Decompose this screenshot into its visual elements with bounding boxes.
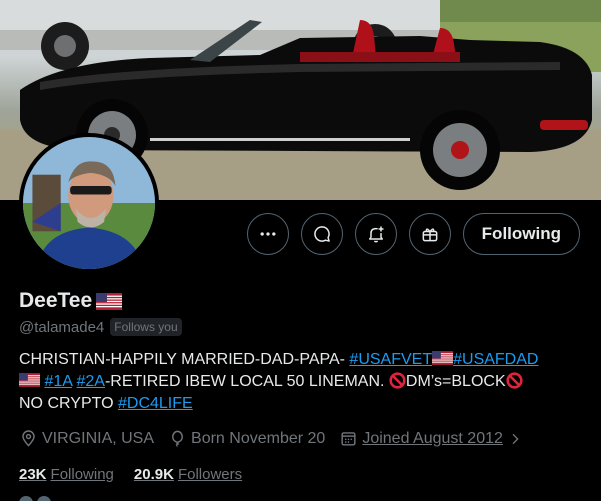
follows-you-badge: Follows you bbox=[110, 318, 182, 336]
hashtag-link[interactable]: #1A bbox=[44, 373, 72, 390]
location-pin-icon bbox=[22, 430, 35, 447]
bell-plus-icon bbox=[368, 226, 384, 243]
bio-text: -RETIRED IBEW LOCAL 50 LINEMAN. bbox=[104, 373, 389, 390]
following-stat[interactable]: 23K Following bbox=[19, 466, 114, 483]
birthday-text: Born November 20 bbox=[191, 429, 326, 447]
us-flag-icon bbox=[432, 351, 454, 365]
birthday-item: Born November 20 bbox=[168, 429, 325, 448]
subscribe-button[interactable] bbox=[408, 213, 451, 255]
profile-name-row: DeeTee bbox=[19, 289, 123, 313]
followed-by-avatars bbox=[19, 496, 51, 501]
prohibited-icon bbox=[389, 372, 406, 389]
hashtag-link[interactable]: #USAFDAD bbox=[453, 351, 538, 368]
balloon-icon bbox=[172, 430, 183, 447]
following-button[interactable]: Following bbox=[462, 213, 580, 255]
location-text: VIRGINIA, USA bbox=[42, 429, 155, 447]
followers-count: 20.9K bbox=[133, 466, 174, 483]
follow-stats: 23K Following 20.9K Followers bbox=[19, 466, 242, 483]
us-flag-icon bbox=[96, 292, 123, 310]
handle-row: @talamade4 Follows you bbox=[19, 318, 182, 336]
gift-icon bbox=[422, 228, 438, 242]
followers-label: Followers bbox=[177, 466, 243, 483]
profile-handle: @talamade4 bbox=[19, 318, 105, 336]
message-button[interactable] bbox=[300, 213, 343, 255]
avatar[interactable] bbox=[19, 133, 159, 273]
followers-stat[interactable]: 20.9K Followers bbox=[134, 466, 242, 483]
more-button[interactable] bbox=[246, 213, 289, 255]
calendar-icon bbox=[341, 432, 356, 446]
location-item: VIRGINIA, USA bbox=[19, 429, 154, 448]
hashtag-link[interactable]: #USAFVET bbox=[349, 351, 432, 368]
profile-meta: VIRGINIA, USA Born November 20 Joined Au… bbox=[19, 429, 523, 448]
mini-avatar bbox=[19, 496, 33, 501]
message-icon bbox=[313, 226, 330, 242]
joined-text[interactable]: Joined August 2012 bbox=[362, 430, 503, 448]
avatar-image bbox=[23, 137, 155, 269]
notify-button[interactable] bbox=[354, 213, 397, 255]
us-flag-icon bbox=[19, 373, 40, 387]
prohibited-icon bbox=[506, 372, 523, 389]
joined-item[interactable]: Joined August 2012 bbox=[339, 429, 523, 448]
more-icon bbox=[260, 232, 276, 236]
bio-text: DM’s=BLOCK bbox=[405, 373, 506, 390]
display-name: DeeTee bbox=[19, 289, 93, 312]
hashtag-link[interactable]: #DC4LIFE bbox=[118, 395, 193, 412]
chevron-right-icon bbox=[512, 433, 519, 444]
profile-actions: Following bbox=[246, 213, 580, 255]
following-label: Following bbox=[50, 466, 114, 483]
mini-avatar bbox=[37, 496, 51, 501]
hashtag-link[interactable]: #2A bbox=[77, 373, 105, 390]
bio-text: CHRISTIAN-HAPPILY MARRIED-DAD-PAPA- bbox=[19, 351, 350, 368]
following-count: 23K bbox=[19, 466, 47, 483]
bio-text: NO CRYPTO bbox=[19, 395, 118, 412]
profile-bio: CHRISTIAN-HAPPILY MARRIED-DAD-PAPA- #USA… bbox=[19, 349, 584, 415]
